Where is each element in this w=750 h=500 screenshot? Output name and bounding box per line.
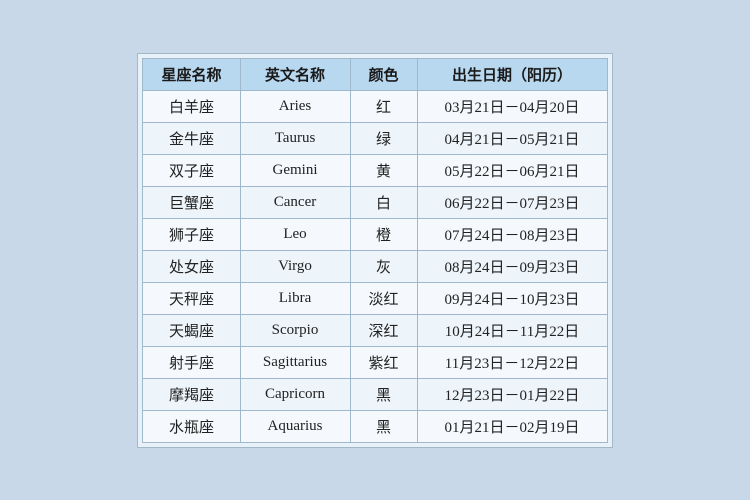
cell-date: 09月24日－10月23日 — [417, 282, 607, 314]
cell-date: 05月22日－06月21日 — [417, 154, 607, 186]
cell-color: 橙 — [350, 218, 417, 250]
table-row: 射手座Sagittarius紫红11月23日－12月22日 — [143, 346, 607, 378]
header-date: 出生日期（阳历） — [417, 58, 607, 90]
header-color: 颜色 — [350, 58, 417, 90]
cell-color: 紫红 — [350, 346, 417, 378]
cell-chinese: 双子座 — [143, 154, 240, 186]
cell-english: Cancer — [240, 186, 350, 218]
cell-color: 深红 — [350, 314, 417, 346]
cell-chinese: 处女座 — [143, 250, 240, 282]
cell-date: 04月21日－05月21日 — [417, 122, 607, 154]
cell-color: 绿 — [350, 122, 417, 154]
zodiac-table: 星座名称 英文名称 颜色 出生日期（阳历） 白羊座Aries红03月21日－04… — [142, 58, 607, 443]
cell-chinese: 射手座 — [143, 346, 240, 378]
cell-color: 黄 — [350, 154, 417, 186]
cell-english: Aquarius — [240, 410, 350, 442]
table-row: 处女座Virgo灰08月24日－09月23日 — [143, 250, 607, 282]
cell-color: 白 — [350, 186, 417, 218]
cell-english: Virgo — [240, 250, 350, 282]
header-chinese: 星座名称 — [143, 58, 240, 90]
table-row: 白羊座Aries红03月21日－04月20日 — [143, 90, 607, 122]
cell-date: 08月24日－09月23日 — [417, 250, 607, 282]
header-english: 英文名称 — [240, 58, 350, 90]
cell-english: Libra — [240, 282, 350, 314]
cell-color: 淡红 — [350, 282, 417, 314]
table-row: 双子座Gemini黄05月22日－06月21日 — [143, 154, 607, 186]
cell-english: Aries — [240, 90, 350, 122]
cell-color: 红 — [350, 90, 417, 122]
cell-color: 黑 — [350, 378, 417, 410]
cell-color: 黑 — [350, 410, 417, 442]
cell-chinese: 水瓶座 — [143, 410, 240, 442]
cell-date: 03月21日－04月20日 — [417, 90, 607, 122]
cell-date: 01月21日－02月19日 — [417, 410, 607, 442]
table-row: 摩羯座Capricorn黑12月23日－01月22日 — [143, 378, 607, 410]
cell-date: 12月23日－01月22日 — [417, 378, 607, 410]
cell-date: 11月23日－12月22日 — [417, 346, 607, 378]
cell-english: Sagittarius — [240, 346, 350, 378]
table-row: 金牛座Taurus绿04月21日－05月21日 — [143, 122, 607, 154]
table-row: 狮子座Leo橙07月24日－08月23日 — [143, 218, 607, 250]
cell-date: 06月22日－07月23日 — [417, 186, 607, 218]
cell-chinese: 金牛座 — [143, 122, 240, 154]
cell-date: 10月24日－11月22日 — [417, 314, 607, 346]
cell-chinese: 白羊座 — [143, 90, 240, 122]
cell-english: Scorpio — [240, 314, 350, 346]
cell-chinese: 摩羯座 — [143, 378, 240, 410]
cell-chinese: 巨蟹座 — [143, 186, 240, 218]
cell-english: Gemini — [240, 154, 350, 186]
table-row: 天秤座Libra淡红09月24日－10月23日 — [143, 282, 607, 314]
cell-color: 灰 — [350, 250, 417, 282]
cell-english: Leo — [240, 218, 350, 250]
cell-chinese: 狮子座 — [143, 218, 240, 250]
table-header-row: 星座名称 英文名称 颜色 出生日期（阳历） — [143, 58, 607, 90]
zodiac-table-container: 星座名称 英文名称 颜色 出生日期（阳历） 白羊座Aries红03月21日－04… — [137, 53, 612, 448]
table-row: 巨蟹座Cancer白06月22日－07月23日 — [143, 186, 607, 218]
cell-date: 07月24日－08月23日 — [417, 218, 607, 250]
cell-english: Capricorn — [240, 378, 350, 410]
table-row: 天蝎座Scorpio深红10月24日－11月22日 — [143, 314, 607, 346]
cell-english: Taurus — [240, 122, 350, 154]
table-row: 水瓶座Aquarius黑01月21日－02月19日 — [143, 410, 607, 442]
table-body: 白羊座Aries红03月21日－04月20日金牛座Taurus绿04月21日－0… — [143, 90, 607, 442]
cell-chinese: 天蝎座 — [143, 314, 240, 346]
cell-chinese: 天秤座 — [143, 282, 240, 314]
